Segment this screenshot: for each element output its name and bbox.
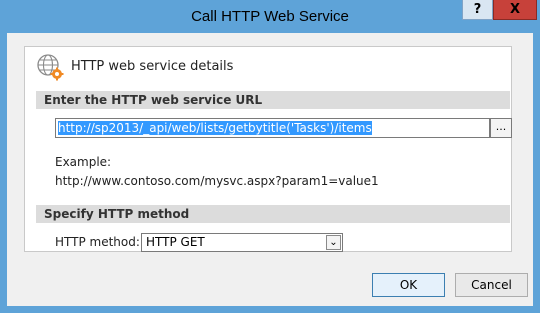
title-bar[interactable]: Call HTTP Web Service ? X xyxy=(0,0,540,33)
method-section-header: Specify HTTP method xyxy=(36,205,510,223)
chevron-down-icon[interactable]: ⌄ xyxy=(326,235,341,250)
cancel-button[interactable]: Cancel xyxy=(455,273,528,297)
example-label: Example: xyxy=(55,155,112,169)
details-heading: HTTP web service details xyxy=(71,59,234,74)
url-field[interactable]: http://sp2013/_api/web/lists/getbytitle(… xyxy=(55,118,490,138)
url-field-value: http://sp2013/_api/web/lists/getbytitle(… xyxy=(58,121,372,135)
url-section-header: Enter the HTTP web service URL xyxy=(36,91,510,109)
http-method-value: HTTP GET xyxy=(146,235,205,249)
http-method-label: HTTP method: xyxy=(55,235,140,249)
window-title: Call HTTP Web Service xyxy=(191,8,349,25)
http-method-select[interactable]: HTTP GET ⌄ xyxy=(141,233,343,252)
help-button[interactable]: ? xyxy=(462,0,493,20)
example-url: http://www.contoso.com/mysvc.aspx?param1… xyxy=(55,174,379,188)
globe-gear-icon xyxy=(37,54,64,81)
ok-button[interactable]: OK xyxy=(372,273,445,297)
browse-button[interactable]: ... xyxy=(490,118,512,138)
close-button[interactable]: X xyxy=(493,0,537,20)
